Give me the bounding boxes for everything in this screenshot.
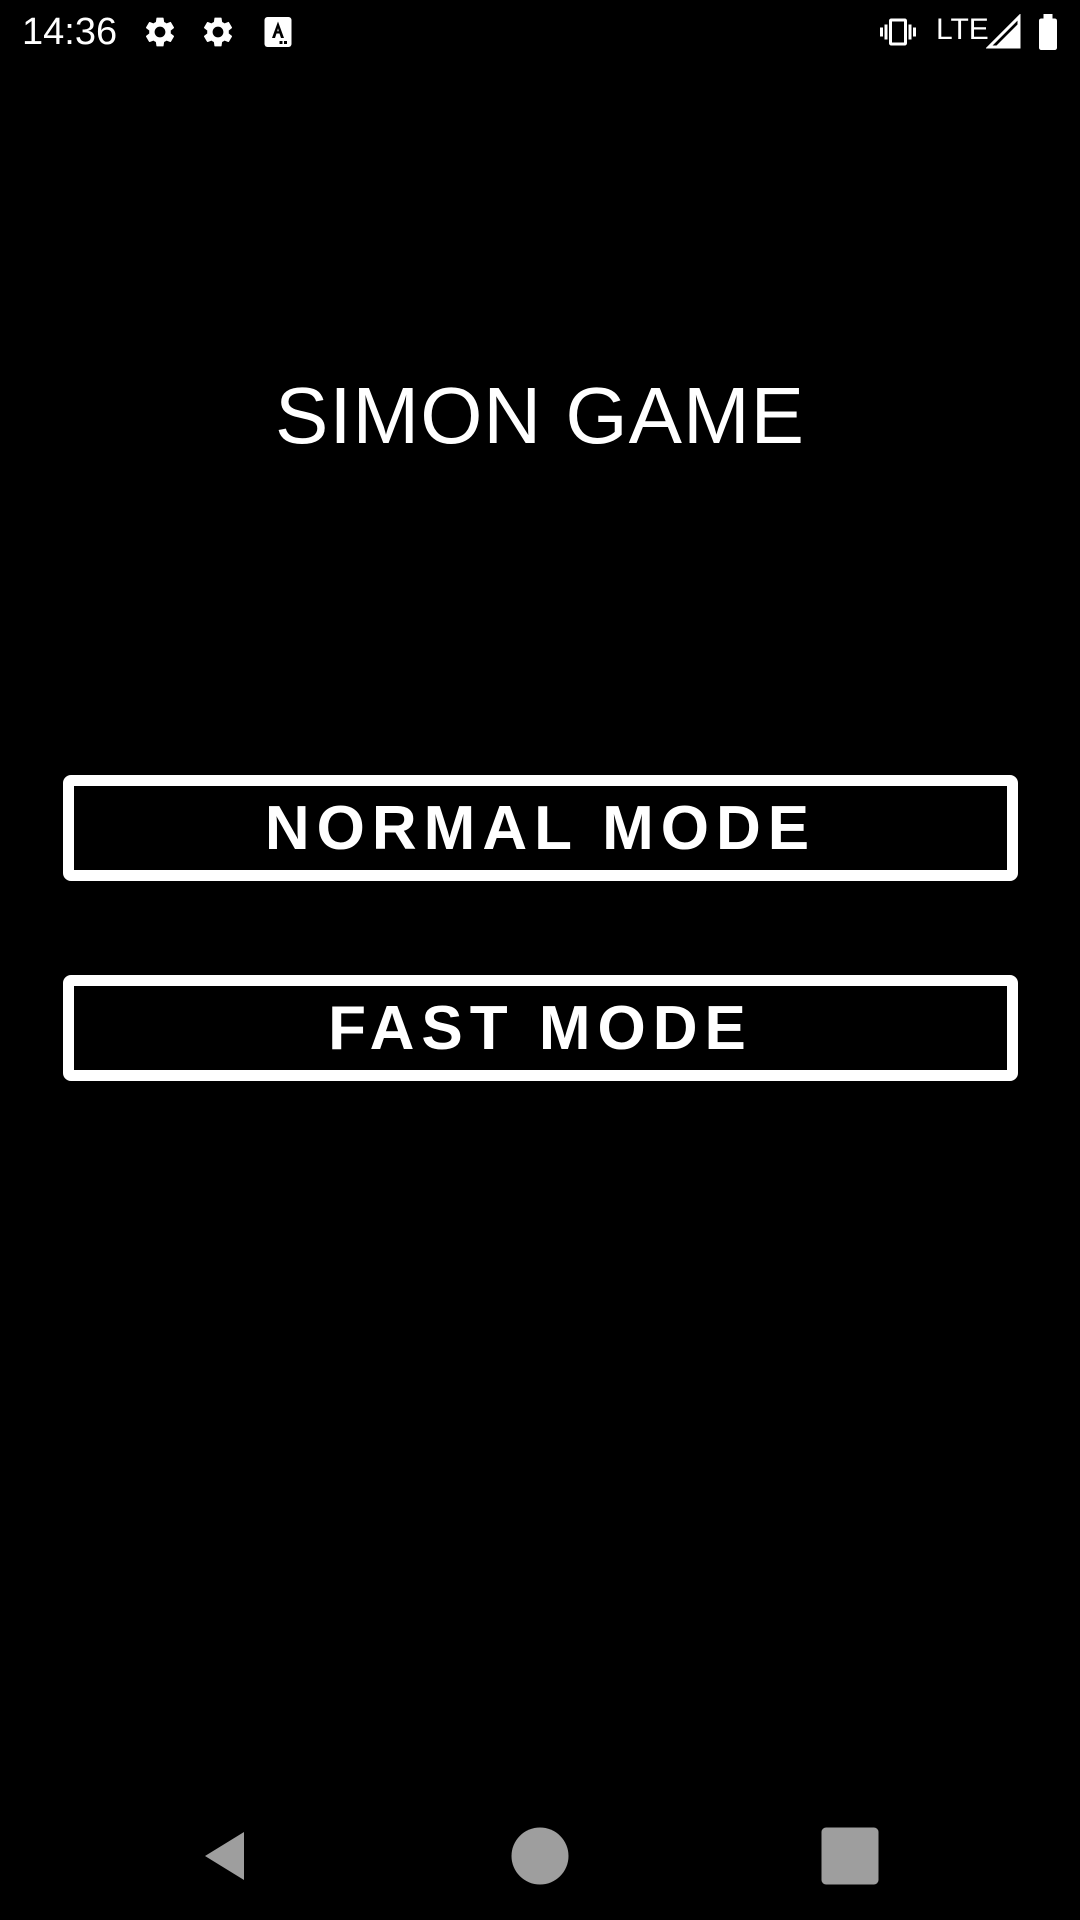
page-title: SIMON GAME (274, 371, 806, 460)
home-icon[interactable] (510, 1826, 570, 1886)
signal-icon (986, 14, 1022, 50)
normal-mode-button[interactable]: NORMAL MODE (63, 775, 1018, 881)
vibrate-icon (880, 14, 916, 50)
network-type: LTE (936, 13, 989, 46)
back-icon[interactable] (196, 1826, 256, 1886)
keyboard-a-icon (260, 14, 296, 50)
recents-icon[interactable] (820, 1826, 880, 1886)
status-bar: 14:36 LTE (0, 0, 1080, 64)
gear-icon (200, 14, 236, 50)
screen: 14:36 LTE SIMON GAME NORMAL MODE FAST MO… (0, 0, 1080, 1920)
status-time: 14:36 (22, 11, 118, 53)
fast-mode-button[interactable]: FAST MODE (63, 975, 1018, 1081)
battery-icon (1034, 14, 1062, 50)
gear-icon (142, 14, 178, 50)
navigation-bar (0, 1790, 1080, 1920)
